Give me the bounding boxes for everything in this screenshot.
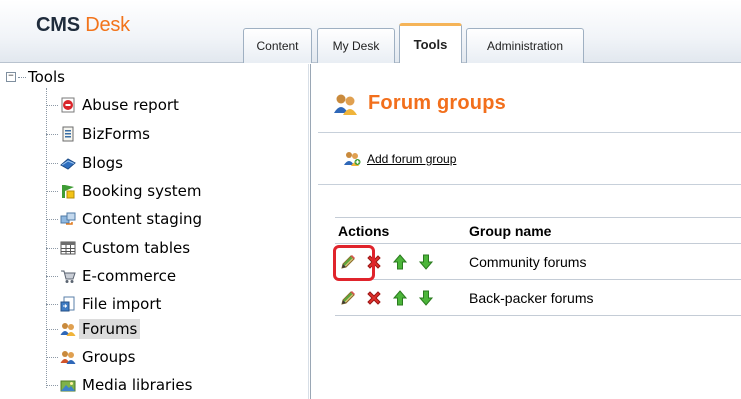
- tree-item-groups[interactable]: Groups: [46, 346, 138, 368]
- tab-content[interactable]: Content: [243, 28, 312, 63]
- delete-icon[interactable]: [364, 288, 384, 308]
- tree-connector: [46, 190, 58, 192]
- tree-item-file-import[interactable]: File import: [46, 293, 164, 315]
- group-name-cell: Back-packer forums: [469, 289, 594, 306]
- add-forum-group-action[interactable]: Add forum group: [344, 151, 456, 166]
- table-row: Community forums: [335, 244, 741, 280]
- column-header-group-name: Group name: [469, 222, 552, 239]
- add-forum-group-link[interactable]: Add forum group: [367, 152, 456, 166]
- bizforms-icon: [62, 126, 74, 142]
- tree-connector: [46, 104, 58, 106]
- table-header: Actions Group name: [335, 218, 741, 244]
- tree-item-booking-system[interactable]: Booking system: [46, 180, 205, 202]
- forums-icon: [60, 323, 76, 336]
- main-content: Forum groups Add forum group Actions Gro…: [312, 64, 741, 399]
- tools-tree-panel: − Tools Abuse report BizForms Blogs Book…: [0, 64, 311, 399]
- move-down-icon[interactable]: [416, 252, 436, 272]
- logo-desk: Desk: [85, 14, 130, 36]
- tree-item-label: Forums: [79, 319, 141, 339]
- tree-root-tools[interactable]: − Tools: [6, 68, 65, 86]
- divider: [318, 184, 741, 185]
- tree-connector: [46, 247, 58, 249]
- forum-groups-icon: [334, 94, 357, 115]
- tree-item-label: Media libraries: [82, 376, 193, 394]
- tree-item-label: Content staging: [82, 210, 203, 228]
- tree-root-label: Tools: [28, 68, 65, 86]
- delete-icon[interactable]: [364, 252, 384, 272]
- row-actions: [335, 252, 469, 272]
- tab-tools[interactable]: Tools: [399, 23, 462, 63]
- groups-icon: [60, 351, 76, 364]
- tree-connector: [46, 356, 58, 358]
- collapse-icon[interactable]: −: [6, 72, 16, 82]
- edit-icon[interactable]: [338, 252, 358, 272]
- add-group-icon: [344, 152, 361, 166]
- row-actions: [335, 288, 469, 308]
- tree-connector: [46, 133, 58, 135]
- header-bar: CMS Desk Content My Desk Tools Administr…: [0, 0, 741, 63]
- tree-item-label: File import: [82, 295, 162, 313]
- blogs-icon: [60, 158, 76, 170]
- tree-item-label: Booking system: [82, 182, 202, 200]
- custom-tables-icon: [60, 241, 76, 255]
- move-up-icon[interactable]: [390, 252, 410, 272]
- tab-my-desk[interactable]: My Desk: [317, 28, 395, 63]
- e-commerce-icon: [61, 270, 76, 283]
- abuse-report-icon: [61, 97, 75, 113]
- tree-connector: [46, 328, 58, 330]
- tree-item-media-libraries[interactable]: Media libraries: [46, 374, 195, 396]
- tree-item-label: Custom tables: [82, 239, 191, 257]
- tree-connector: [18, 76, 26, 78]
- tree-item-label: E-commerce: [82, 267, 177, 285]
- tree-item-forums[interactable]: Forums: [46, 318, 141, 340]
- tree-item-e-commerce[interactable]: E-commerce: [46, 265, 179, 287]
- tree-item-content-staging[interactable]: Content staging: [46, 208, 205, 230]
- logo-cms: CMS: [36, 14, 80, 36]
- tree-connector: [46, 275, 58, 277]
- tree-connector: [46, 162, 58, 164]
- forum-groups-table: Actions Group name Community forums Back…: [335, 217, 741, 316]
- tree-item-bizforms[interactable]: BizForms: [46, 123, 153, 145]
- tree-connector: [46, 303, 58, 305]
- app-logo: CMS Desk: [36, 14, 130, 37]
- move-up-icon[interactable]: [390, 288, 410, 308]
- page-title: Forum groups: [368, 92, 506, 114]
- page-header: Forum groups: [334, 92, 506, 115]
- tree-connector: [46, 218, 58, 220]
- tree-item-custom-tables[interactable]: Custom tables: [46, 237, 193, 259]
- tree-item-label: Abuse report: [82, 96, 179, 114]
- tree-connector: [46, 384, 58, 386]
- tree-item-label: Blogs: [82, 154, 123, 172]
- tree-item-abuse-report[interactable]: Abuse report: [46, 94, 182, 116]
- booking-system-icon: [62, 185, 75, 199]
- table-row: Back-packer forums: [335, 280, 741, 316]
- content-staging-icon: [60, 212, 76, 225]
- group-name-cell: Community forums: [469, 253, 587, 270]
- media-libraries-icon: [60, 380, 76, 392]
- tab-administration[interactable]: Administration: [466, 28, 584, 63]
- column-header-actions: Actions: [338, 222, 390, 239]
- edit-icon[interactable]: [338, 288, 358, 308]
- tree-item-label: Groups: [82, 348, 136, 366]
- file-import-icon: [60, 296, 75, 312]
- tree-item-label: BizForms: [82, 125, 150, 143]
- divider: [318, 132, 741, 133]
- move-down-icon[interactable]: [416, 288, 436, 308]
- tree-item-blogs[interactable]: Blogs: [46, 152, 126, 174]
